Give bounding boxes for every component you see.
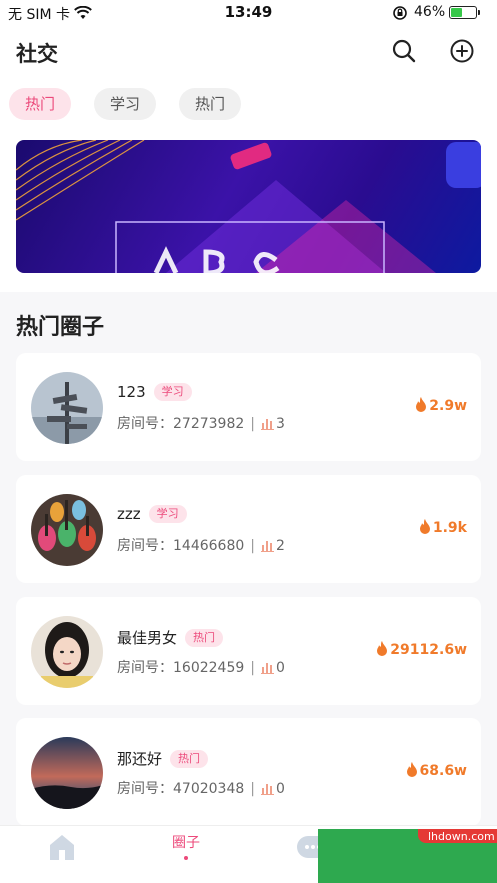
heat-number: 1.9k	[432, 520, 467, 536]
bar-chart-icon	[260, 541, 274, 552]
tab-hot[interactable]: 热门	[9, 88, 72, 120]
room-name-text: 那还好	[117, 750, 163, 768]
room-card-1[interactable]: 123 学习 房间号：27273982 | 3 2.9w	[16, 353, 481, 461]
room-id-label: 房间号：	[117, 660, 173, 676]
room-tag: 学习	[153, 383, 192, 401]
room-meta: 房间号：47020348 | 0	[117, 778, 285, 798]
room-meta: 房间号：14466680 | 2	[117, 535, 285, 555]
room-tag: 学习	[148, 505, 187, 523]
member-count: 3	[275, 416, 285, 432]
divider: |	[250, 538, 255, 554]
divider: |	[250, 660, 255, 676]
room-card-4[interactable]: 那还好 热门 房间号：47020348 | 0 68.6w	[16, 718, 481, 826]
active-dot	[184, 856, 188, 860]
flame-icon	[406, 762, 417, 777]
battery-icon	[449, 6, 477, 19]
watermark-text: lhdown.com	[428, 830, 495, 843]
room-name-text: 123	[117, 383, 146, 401]
avatar	[31, 372, 103, 444]
room-id-label: 房间号：	[117, 781, 173, 797]
tab-circle-label: 圈子	[172, 835, 200, 851]
room-name: zzz 学习	[117, 505, 187, 523]
avatar	[31, 616, 103, 688]
flame-icon	[416, 397, 427, 412]
room-meta: 房间号：16022459 | 0	[117, 657, 285, 677]
room-card-3[interactable]: 最佳男女 热门 房间号：16022459 | 0 29112.6w	[16, 597, 481, 705]
avatar	[31, 494, 103, 566]
heat-number: 68.6w	[419, 763, 467, 779]
search-icon[interactable]	[391, 38, 417, 64]
room-id-label: 房间号：	[117, 416, 173, 432]
member-count: 0	[275, 660, 285, 676]
heat-value: 68.6w	[406, 762, 467, 779]
category-tabs: 热门 学习 热门	[0, 82, 497, 132]
heat-number: 29112.6w	[390, 642, 467, 658]
app-header: 社交	[0, 26, 497, 82]
tab-circle[interactable]: 圈子	[160, 826, 212, 883]
room-name-text: zzz	[117, 505, 141, 523]
room-id: 27273982	[173, 416, 245, 432]
heat-value: 1.9k	[419, 519, 467, 536]
tab-hot-2[interactable]: 热门	[179, 88, 242, 120]
tab-study[interactable]: 学习	[94, 88, 157, 120]
bar-chart-icon	[260, 663, 274, 674]
heat-value: 29112.6w	[376, 641, 467, 658]
status-bar: 无 SIM 卡 13:49 46%	[0, 0, 497, 26]
promo-banner[interactable]	[16, 140, 481, 273]
room-tag: 热门	[185, 629, 224, 647]
room-name: 那还好 热门	[117, 748, 209, 769]
room-name: 最佳男女 热门	[117, 627, 224, 648]
member-count: 0	[275, 781, 285, 797]
room-name: 123 学习	[117, 383, 192, 401]
battery-tip	[478, 10, 480, 15]
flame-icon	[377, 641, 388, 656]
room-card-2[interactable]: zzz 学习 房间号：14466680 | 2 1.9k	[16, 475, 481, 583]
flame-icon	[419, 519, 430, 534]
home-icon[interactable]	[48, 826, 78, 883]
plus-circle-icon[interactable]	[449, 38, 475, 64]
room-id: 14466680	[173, 538, 245, 554]
section-title: 热门圈子	[16, 315, 105, 340]
battery-fill	[451, 8, 463, 17]
avatar	[31, 737, 103, 809]
bar-chart-icon	[260, 419, 274, 430]
divider: |	[250, 781, 255, 797]
bar-chart-icon	[260, 784, 274, 795]
room-meta: 房间号：27273982 | 3	[117, 413, 285, 433]
heat-value: 2.9w	[415, 397, 467, 414]
page-title: 社交	[16, 42, 58, 66]
room-id: 47020348	[173, 781, 245, 797]
room-id: 16022459	[173, 660, 245, 676]
banner-section	[0, 132, 497, 292]
room-name-text: 最佳男女	[117, 629, 178, 647]
room-id-label: 房间号：	[117, 538, 173, 554]
heat-number: 2.9w	[429, 398, 467, 414]
divider: |	[250, 416, 255, 432]
room-tag: 热门	[170, 750, 209, 768]
battery-percent: 46%	[414, 4, 446, 20]
rotation-lock-icon	[392, 5, 408, 25]
member-count: 2	[275, 538, 285, 554]
